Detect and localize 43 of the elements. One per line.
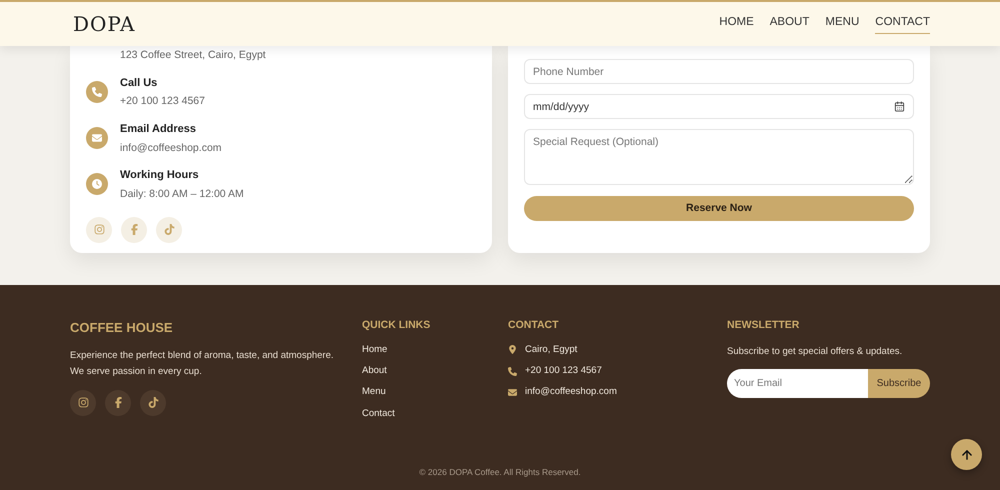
email-field[interactable]: Your Email [727, 369, 868, 398]
reserve-button[interactable]: Reserve Now [524, 196, 914, 221]
footer-link[interactable]: About [362, 364, 387, 378]
instagram-icon[interactable] [70, 390, 96, 416]
footer-contact-text: info@coffeeshop.com [525, 385, 617, 400]
footer-contact-text: Cairo, Egypt [525, 342, 578, 357]
envelope-icon [508, 388, 517, 397]
footer-heading: QUICK LINKS [362, 318, 432, 333]
nav-link[interactable]: CONTACT [875, 14, 930, 34]
info-title: Email Address [120, 122, 198, 137]
info-value: Daily: 8:00 AM – 12:00 AM [120, 186, 244, 202]
footer-contact-text: +20 100 123 4567 [525, 364, 602, 378]
tiktok-icon[interactable] [140, 390, 166, 416]
info-value: info@coffeeshop.com [120, 140, 222, 156]
scroll-to-top-button[interactable] [951, 439, 982, 470]
address-text: 123 Coffee Street, Cairo, Egypt [120, 48, 267, 63]
envelope-icon [86, 127, 108, 149]
subscribe-button[interactable]: Subscribe [868, 369, 930, 398]
footer-link[interactable]: Menu [362, 385, 386, 400]
footer-brand-title: COFFEE HOUSE [70, 319, 174, 337]
footer-heading: CONTACT [508, 318, 560, 333]
phone-field[interactable]: Phone Number [524, 59, 914, 84]
info-value: +20 100 123 4567 [120, 94, 205, 110]
nav-link[interactable]: MENU [825, 14, 860, 34]
nav-link[interactable]: ABOUT [770, 14, 810, 34]
location-pin-icon [508, 345, 517, 354]
info-title: Call Us [120, 76, 158, 91]
footer-link[interactable]: Home [362, 342, 388, 357]
newsletter-text: Subscribe to get special offers & updates. [727, 344, 904, 359]
special-request-field[interactable]: Special Request (Optional) [524, 129, 914, 185]
footer-heading: NEWSLETTER [727, 318, 800, 333]
footer-link[interactable]: Contact [362, 406, 395, 421]
facebook-icon[interactable] [105, 390, 131, 416]
calendar-icon[interactable] [894, 101, 905, 112]
copyright-text: © 2026 DOPA Coffee. All Rights Reserved. [418, 466, 582, 479]
nav-link[interactable]: HOME [719, 14, 754, 34]
info-title: Working Hours [120, 168, 200, 184]
clock-icon [86, 173, 108, 196]
phone-icon [508, 366, 517, 376]
date-field[interactable]: mm/dd/yyyy [524, 94, 914, 119]
logo[interactable]: DOPA [73, 9, 136, 39]
phone-icon [86, 80, 108, 103]
footer-description: Experience the perfect blend of aroma, taste, and atmosphere. We serve passion in every cup. [70, 348, 335, 378]
